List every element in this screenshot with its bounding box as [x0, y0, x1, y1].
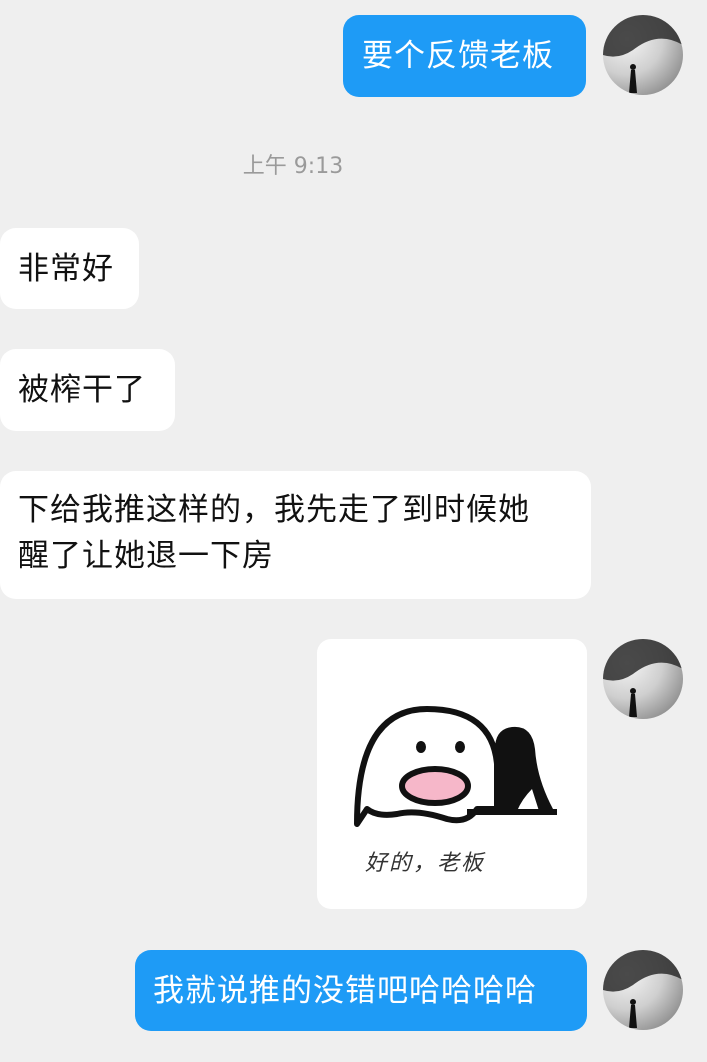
outgoing-message-bubble[interactable]: 要个反馈老板 — [343, 15, 586, 97]
timestamp: 上午 9:13 — [242, 154, 344, 179]
message-text-line: 下给我推这样的，我先走了到时候她 — [18, 492, 530, 528]
message-text-line: 醒了让她退一下房 — [18, 538, 274, 574]
outgoing-message-bubble[interactable]: 我就说推的没错吧哈哈哈哈 — [135, 950, 587, 1031]
message-text: 要个反馈老板 — [362, 38, 554, 74]
incoming-message-bubble[interactable]: 非常好 — [0, 228, 139, 309]
user-avatar-icon[interactable] — [603, 639, 683, 719]
user-avatar-icon[interactable] — [603, 950, 683, 1030]
sticker-message[interactable]: 好的，老板 — [317, 639, 587, 909]
incoming-message-bubble[interactable]: 被榨干了 — [0, 349, 175, 431]
message-text: 我就说推的没错吧哈哈哈哈 — [153, 973, 537, 1009]
user-avatar-icon[interactable] — [603, 15, 683, 95]
message-text: 非常好 — [18, 251, 114, 287]
message-text: 被榨干了 — [18, 372, 146, 408]
incoming-message-bubble[interactable]: 下给我推这样的，我先走了到时候她 醒了让她退一下房 — [0, 471, 591, 599]
sticker-caption: 好的，老板 — [365, 851, 486, 876]
